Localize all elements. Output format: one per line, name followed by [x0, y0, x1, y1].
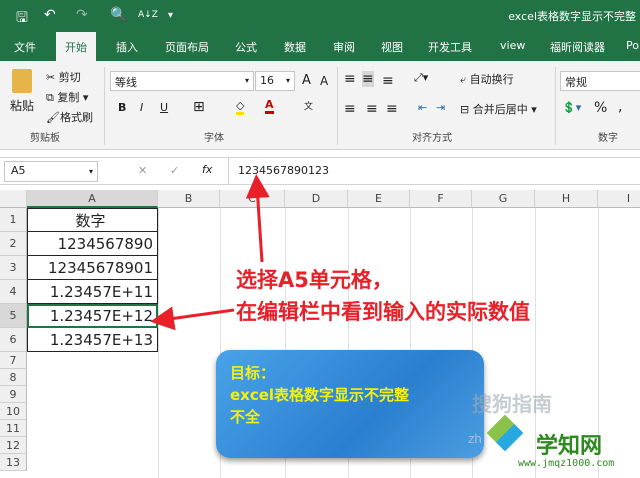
site-name-watermark: 学知网 [536, 434, 603, 459]
goal-text-1: excel表格数字显示不完整 [230, 386, 410, 404]
goal-title: 目标： [230, 364, 276, 382]
arrow-to-cell-a5 [150, 306, 235, 331]
sogou-watermark: 搜狗指南 [472, 392, 552, 416]
goal-box: 目标： excel表格数字显示不完整 不全 [216, 350, 484, 458]
site-url-watermark: www.jmqz1000.com [518, 458, 615, 469]
goal-text-2: 不全 [230, 408, 261, 426]
arrow-to-formula-bar [245, 174, 270, 263]
zh-watermark: zh [468, 432, 482, 446]
